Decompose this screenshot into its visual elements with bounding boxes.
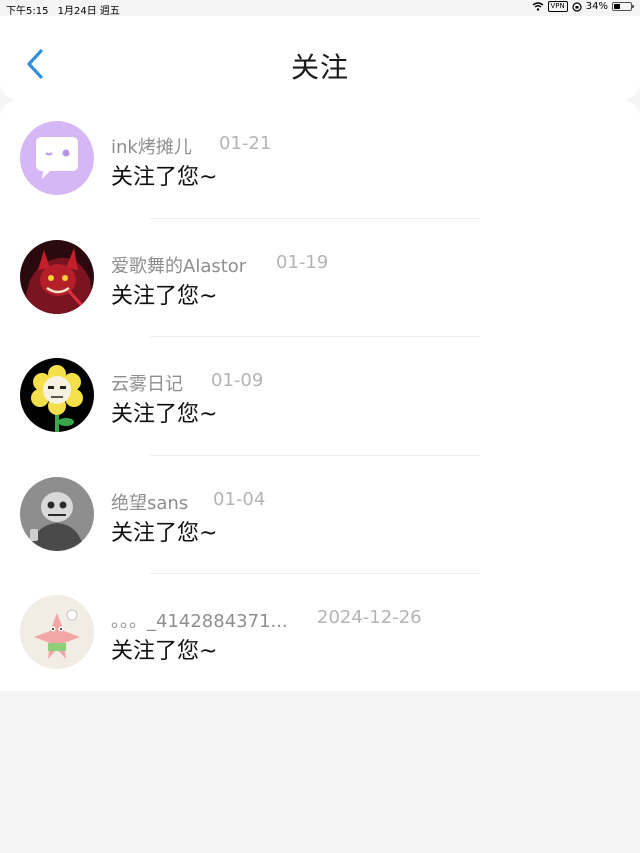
list-item[interactable]: ink烤摊儿 01-21 关注了您~ bbox=[0, 100, 640, 219]
battery-level bbox=[614, 4, 620, 9]
avatar-chat-bubble-icon bbox=[20, 121, 94, 195]
avatar-red-character-image bbox=[20, 239, 94, 314]
list-item[interactable]: 爱歌舞的Alastor 01-19 关注了您~ bbox=[0, 219, 640, 337]
item-name: ink烤摊儿 bbox=[111, 137, 192, 158]
status-indicators: VPN 34% bbox=[532, 1, 634, 12]
item-date: 01-09 bbox=[211, 370, 264, 391]
item-date: 01-21 bbox=[219, 133, 272, 154]
avatar bbox=[20, 358, 94, 432]
battery-percent: 34% bbox=[585, 1, 608, 12]
list-item[interactable]: 。。。_4142884371... 2024-12-26 关注了您~ bbox=[0, 574, 640, 693]
item-date: 01-19 bbox=[276, 251, 329, 273]
item-message: 关注了您~ bbox=[111, 520, 218, 546]
item-message: 关注了您~ bbox=[111, 165, 218, 190]
item-message: 关注了您~ bbox=[111, 402, 218, 427]
avatar bbox=[20, 595, 94, 669]
item-name: 绝望sans bbox=[111, 492, 189, 514]
list-item[interactable]: 云雾日记 01-09 关注了您~ bbox=[0, 337, 640, 456]
status-bar: 下午5:15 1月24日 週五 VPN 34% bbox=[0, 0, 640, 17]
item-name: 云雾日记 bbox=[111, 374, 183, 395]
item-message: 关注了您~ bbox=[111, 283, 218, 309]
follow-notification-list: ink烤摊儿 01-21 关注了您~ 爱歌舞的Alastor 01-19 关注了… bbox=[0, 100, 640, 691]
avatar-flower-image bbox=[20, 358, 94, 432]
list-item[interactable]: 绝望sans 01-04 关注了您~ bbox=[0, 456, 640, 574]
battery-icon bbox=[612, 2, 634, 11]
item-message: 关注了您~ bbox=[111, 639, 218, 664]
item-date: 01-04 bbox=[213, 488, 266, 510]
avatar-skeleton-sketch-image bbox=[20, 476, 94, 551]
orientation-lock-icon bbox=[572, 1, 582, 12]
vpn-badge: VPN bbox=[547, 1, 568, 12]
avatar bbox=[20, 239, 94, 314]
header: 关注 bbox=[0, 16, 640, 100]
avatar bbox=[20, 121, 94, 195]
page-title: 关注 bbox=[290, 51, 349, 84]
avatar bbox=[20, 476, 94, 551]
wifi-icon bbox=[532, 2, 543, 11]
item-name: 爱歌舞的Alastor bbox=[111, 255, 247, 277]
status-time-date: 下午5:15 1月24日 週五 bbox=[6, 2, 120, 17]
avatar-starfish-image bbox=[20, 595, 94, 669]
item-date: 2024-12-26 bbox=[317, 607, 422, 628]
item-name: 。。。_4142884371... bbox=[111, 611, 288, 632]
